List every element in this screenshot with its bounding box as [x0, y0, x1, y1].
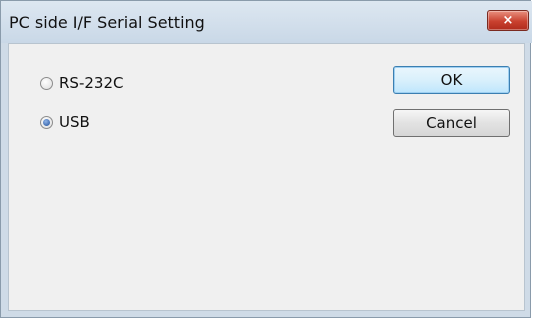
radio-option-usb[interactable]: USB: [40, 112, 90, 132]
radio-usb-circle[interactable]: [40, 115, 53, 129]
dialog-window: PC side I/F Serial Setting × RS-232C USB…: [0, 0, 532, 318]
radio-rs232c-circle[interactable]: [40, 76, 53, 90]
radio-rs232c-label: RS-232C: [59, 74, 124, 92]
ok-button[interactable]: OK: [393, 66, 510, 94]
radio-usb-label: USB: [59, 113, 90, 131]
radio-option-rs232c[interactable]: RS-232C: [40, 73, 123, 93]
close-icon: ×: [502, 13, 514, 28]
title-bar[interactable]: PC side I/F Serial Setting ×: [1, 1, 532, 43]
dialog-body: RS-232C USB OK Cancel: [8, 43, 525, 311]
close-button[interactable]: ×: [487, 10, 529, 31]
dialog-title: PC side I/F Serial Setting: [9, 13, 205, 32]
cancel-button[interactable]: Cancel: [393, 109, 510, 137]
